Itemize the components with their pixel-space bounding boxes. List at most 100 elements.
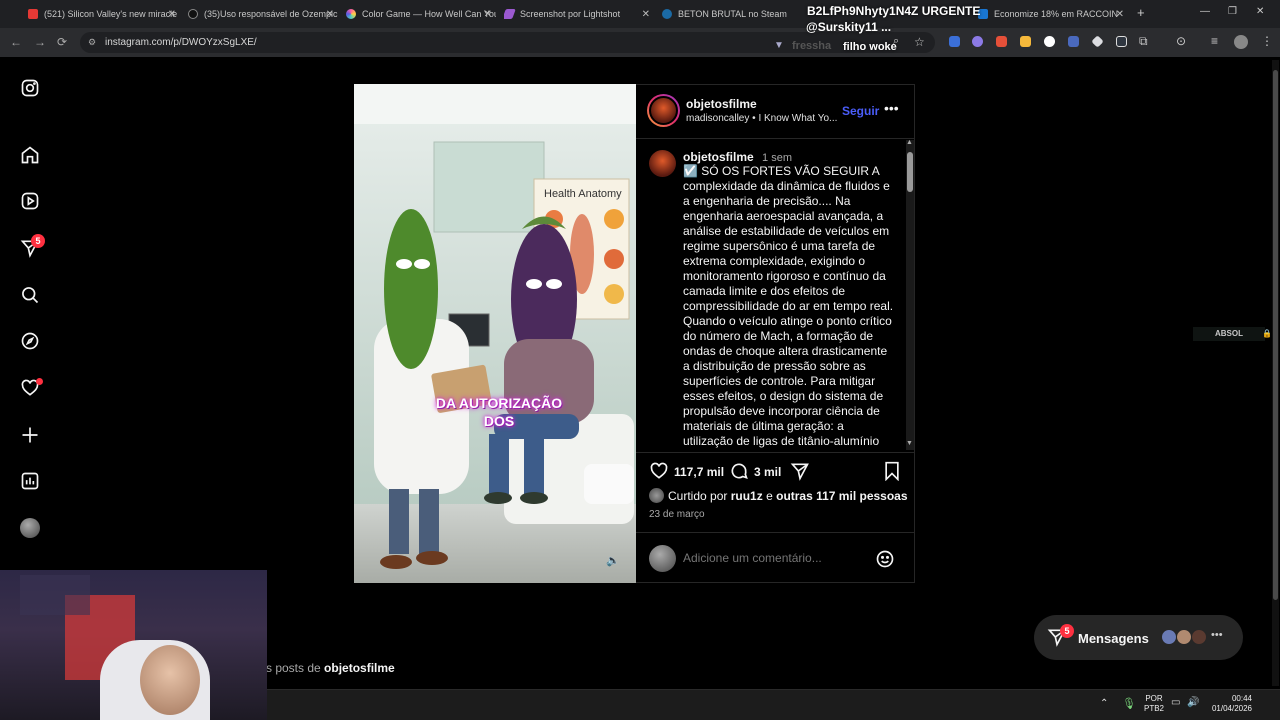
more-icon: ••• <box>1211 629 1223 641</box>
home-icon[interactable] <box>20 145 40 165</box>
divider <box>636 452 915 453</box>
stream-overlay-faded: fressha <box>792 40 832 52</box>
browser-tab[interactable]: (521) Silicon Valley's new miracle ✕ <box>28 4 180 24</box>
divider <box>636 138 915 139</box>
color-wheel-icon <box>346 9 356 19</box>
browser-tab[interactable]: Economize 18% em RACCOIN ✕ <box>978 4 1128 24</box>
video-caption-overlay: DA AUTORIZAÇÃO DOS <box>435 395 563 429</box>
extension-icon[interactable] <box>1020 36 1031 47</box>
reading-list-icon[interactable]: ≡ <box>1211 34 1218 48</box>
comments-count[interactable]: 3 mil <box>754 465 781 479</box>
profile-avatar[interactable] <box>1234 35 1248 49</box>
close-icon[interactable]: ✕ <box>326 9 334 20</box>
message-contact-avatar <box>1161 629 1177 645</box>
comment-author-username[interactable]: objetosfilme <box>683 150 754 164</box>
webcam-person <box>140 645 200 715</box>
triangle-icon: ▼ <box>774 40 784 51</box>
stream-overlay-title: B2LfPh9Nhyty1N4Z URGENTE <box>807 4 981 18</box>
explore-compass-icon[interactable] <box>20 331 40 351</box>
extensions-puzzle-icon[interactable]: ⧉ <box>1139 34 1148 49</box>
likes-count[interactable]: 117,7 mil <box>674 465 724 479</box>
forward-button[interactable]: → <box>34 35 46 49</box>
volume-icon[interactable]: 🔊 <box>1187 697 1199 708</box>
scrollbar-thumb[interactable] <box>907 152 913 192</box>
extension-icon[interactable] <box>972 36 983 47</box>
comment-timestamp[interactable]: 1 sem <box>762 152 792 164</box>
extension-icon[interactable] <box>996 36 1007 47</box>
comment-input[interactable] <box>683 548 863 568</box>
close-icon[interactable]: ✕ <box>168 9 176 20</box>
microphone-icon[interactable]: 🎙 <box>1122 697 1136 710</box>
post-media-video[interactable]: Health Anatomy DA AUTORIZAÇÃO DOS 🔈 <box>354 84 636 583</box>
post-date[interactable]: 23 de março <box>649 509 705 520</box>
clock[interactable]: 00:44 01/04/2026 <box>1208 694 1252 714</box>
save-bookmark-icon[interactable] <box>883 461 901 482</box>
zoom-icon[interactable]: ⌕ <box>893 35 899 48</box>
own-avatar <box>649 545 676 572</box>
audio-attribution[interactable]: madisoncalley • I Know What Yo... <box>686 113 837 124</box>
liked-by-username[interactable]: ruu1z <box>731 489 763 503</box>
display-icon[interactable]: ▭ <box>1171 697 1180 708</box>
steam-icon <box>662 9 672 19</box>
messages-badge: 5 <box>1060 624 1074 638</box>
browser-tab[interactable]: Screenshot por Lightshot ✕ <box>504 4 654 24</box>
message-contact-avatar <box>1176 629 1192 645</box>
chevron-up-icon[interactable]: ⌃ <box>1100 698 1108 709</box>
share-send-icon[interactable] <box>790 461 810 481</box>
maximize-button[interactable]: ❐ <box>1228 6 1237 17</box>
profile-sync-icon[interactable]: ⊙ <box>1176 34 1186 48</box>
more-options-icon[interactable]: ••• <box>884 100 899 116</box>
address-bar-row: ← → ⟳ ⚙ instagram.com/p/DWOYzxSgLXE/ <box>0 28 1280 57</box>
messages-button[interactable]: 5 Mensagens ••• <box>1034 615 1243 660</box>
extension-icon[interactable] <box>1116 36 1127 47</box>
extension-icon[interactable] <box>1068 36 1079 47</box>
emoji-picker-icon[interactable] <box>875 549 895 569</box>
close-window-button[interactable]: ✕ <box>1256 6 1264 17</box>
bookmark-star-icon[interactable]: ☆ <box>914 35 925 49</box>
new-tab-button[interactable]: + <box>1137 5 1145 20</box>
tiktok-icon <box>188 9 198 19</box>
minimize-button[interactable]: — <box>1200 6 1210 17</box>
comment-author-avatar[interactable] <box>649 150 676 177</box>
scroll-down-arrow-icon[interactable]: ▼ <box>906 440 913 447</box>
more-posts-heading: s posts de objetosfilme <box>266 661 395 675</box>
author-avatar[interactable] <box>647 94 680 127</box>
comment-bubble-icon[interactable] <box>729 461 749 481</box>
extension-icon[interactable] <box>949 36 960 47</box>
follow-button[interactable]: Seguir <box>842 104 879 118</box>
close-icon[interactable]: ✕ <box>1116 9 1124 20</box>
lock-icon: 🔒 <box>1262 329 1272 338</box>
scroll-up-arrow-icon[interactable]: ▲ <box>906 139 913 146</box>
create-plus-icon[interactable] <box>20 425 40 445</box>
liked-by-others-link[interactable]: outras 117 mil pessoas <box>776 489 907 503</box>
notification-dot <box>36 378 43 385</box>
liked-by-avatar[interactable] <box>649 488 664 503</box>
browser-tab[interactable]: Color Game — How Well Can You ✕ <box>346 4 496 24</box>
back-button[interactable]: ← <box>10 35 22 49</box>
close-icon[interactable]: ✕ <box>484 9 492 20</box>
like-heart-icon[interactable] <box>649 461 669 481</box>
audio-toggle-icon[interactable]: 🔈 <box>606 554 622 570</box>
reload-button[interactable]: ⟳ <box>57 35 67 49</box>
browser-tab[interactable]: BETON BRUTAL no Steam <box>662 4 812 24</box>
instagram-logo-icon[interactable] <box>20 78 40 98</box>
browser-tab[interactable]: (35)Uso responsável de Ozempic ✕ <box>188 4 338 24</box>
close-icon[interactable]: ✕ <box>642 9 650 20</box>
more-posts-username[interactable]: objetosfilme <box>324 661 395 675</box>
language-indicator[interactable]: POR PTB2 <box>1144 694 1164 714</box>
page-scrollbar-thumb[interactable] <box>1273 70 1278 600</box>
liked-by-text: Curtido por ruu1z e outras 117 mil pesso… <box>668 489 908 503</box>
svg-text:Health Anatomy: Health Anatomy <box>544 188 622 200</box>
notification-badge: 5 <box>31 234 45 248</box>
youtube-icon <box>28 9 38 19</box>
menu-kebab-icon[interactable]: ⋮ <box>1261 34 1273 48</box>
stream-overlay-handle: @Surskity11 ... <box>806 20 892 34</box>
divider <box>636 532 915 533</box>
search-icon[interactable] <box>20 285 40 305</box>
dashboard-chart-icon[interactable] <box>20 471 40 491</box>
extension-icon[interactable] <box>1044 36 1055 47</box>
reels-icon[interactable] <box>20 191 40 211</box>
profile-avatar[interactable] <box>20 518 40 538</box>
author-username[interactable]: objetosfilme <box>686 97 757 111</box>
stream-overlay-tag: filho woke <box>843 41 897 53</box>
